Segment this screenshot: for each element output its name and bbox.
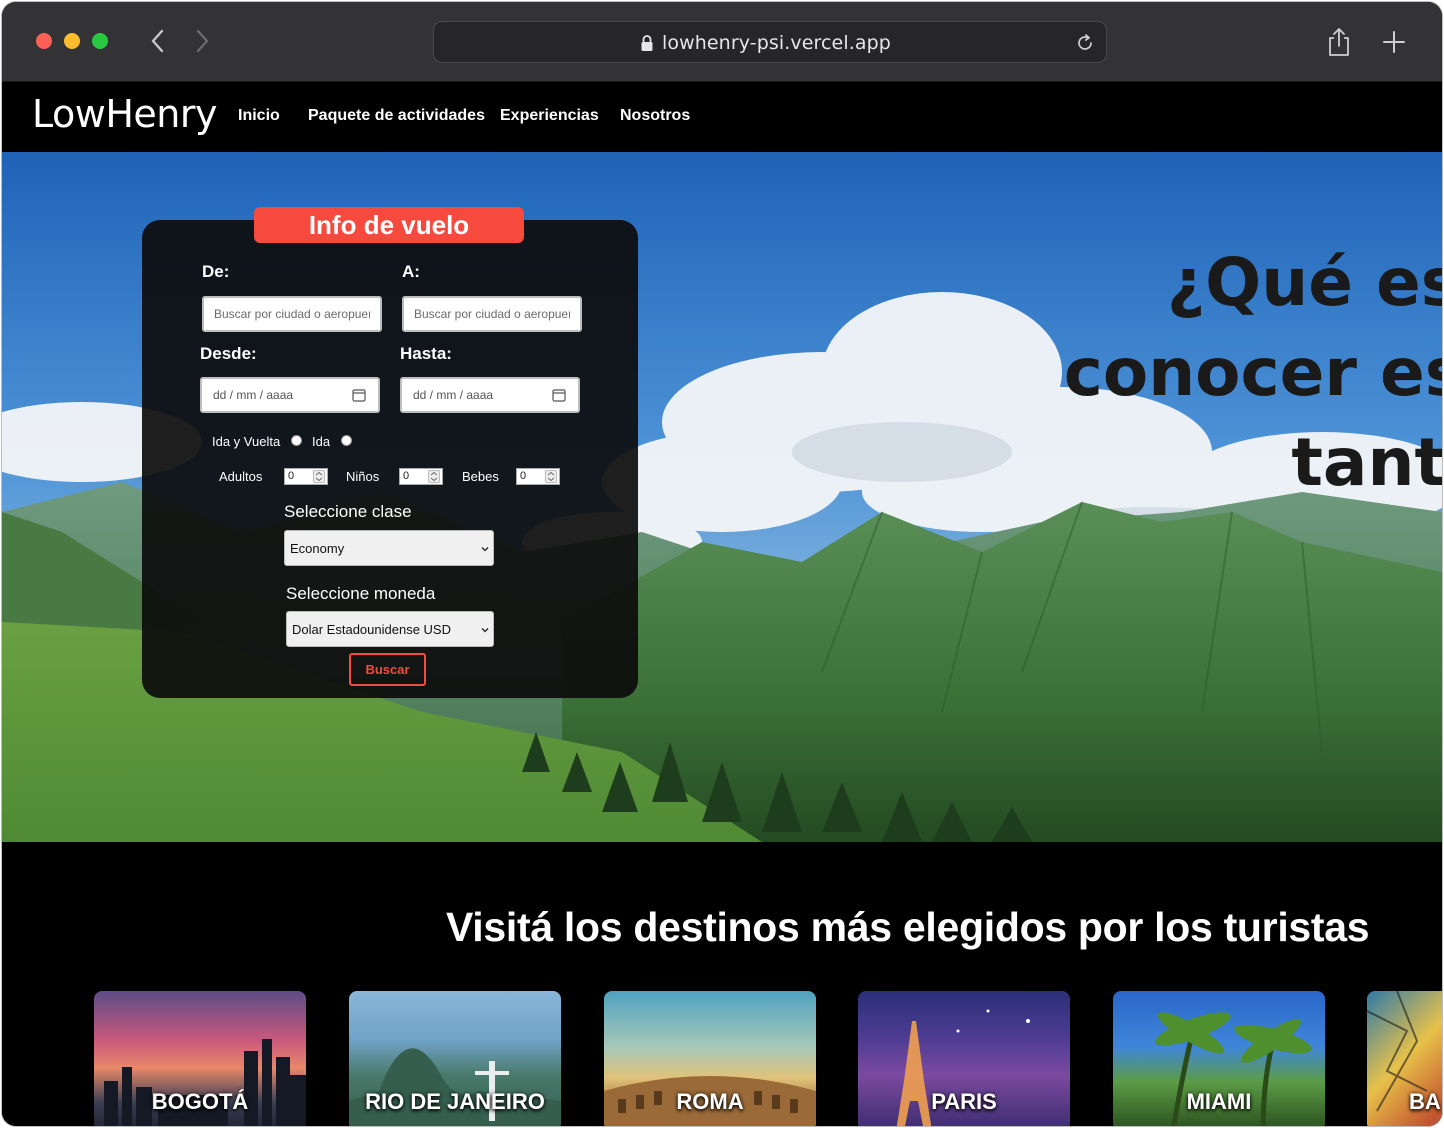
forward-arrow-icon[interactable] [190, 26, 214, 56]
url-text: lowhenry-psi.vercel.app [662, 32, 891, 54]
class-select[interactable]: Economy [284, 530, 494, 566]
children-value: 0 [403, 470, 410, 482]
infants-label: Bebes [462, 469, 499, 484]
maximize-window-button[interactable] [92, 33, 108, 49]
search-button[interactable]: Buscar [349, 653, 426, 686]
nav-inicio[interactable]: Inicio [238, 107, 280, 125]
spinner-arrows-icon[interactable] [545, 470, 557, 483]
children-label: Niños [346, 469, 380, 484]
infants-value: 0 [520, 470, 527, 482]
chevron-down-icon [481, 547, 489, 552]
class-select-value: Economy [290, 541, 345, 556]
close-window-button[interactable] [36, 33, 52, 49]
address-bar[interactable]: lowhenry-psi.vercel.app [433, 21, 1107, 63]
return-date-value: dd / mm / aaaa [413, 388, 494, 402]
destination-name: BA [1409, 1089, 1441, 1114]
destination-name: PARIS [931, 1089, 997, 1114]
spinner-arrows-icon[interactable] [313, 470, 325, 483]
spinner-arrows-icon[interactable] [428, 470, 440, 483]
from-label: De: [202, 262, 230, 281]
hero-section: ¿Qué es conocer es tant Info de vuelo De… [2, 152, 1442, 842]
from-search-input[interactable] [202, 296, 382, 332]
currency-label: Seleccione moneda [286, 584, 436, 603]
adults-stepper[interactable]: 0 [284, 468, 328, 485]
depart-date-field[interactable]: dd / mm / aaaa [200, 377, 380, 413]
adults-label: Adultos [219, 469, 263, 484]
lock-icon [641, 35, 653, 51]
destinations-section: Visitá los destinos más elegidos por los… [2, 842, 1442, 1126]
one-way-radio[interactable] [341, 435, 352, 446]
to-label: A: [402, 262, 420, 281]
calendar-icon[interactable] [352, 388, 366, 402]
hero-headline-line-1: ¿Qué es [1166, 244, 1442, 321]
chevron-down-icon [481, 628, 489, 633]
round-trip-label: Ida y Vuelta [212, 434, 281, 449]
hero-headline-line-2: conocer es [1063, 334, 1442, 411]
browser-window: lowhenry-psi.vercel.app LowHenry Inicio … [2, 2, 1442, 1126]
currency-select-value: Dolar Estadounidense USD [292, 622, 451, 637]
back-arrow-icon[interactable] [146, 26, 170, 56]
destination-card-roma[interactable]: ROMA [604, 991, 816, 1126]
reload-icon[interactable] [1074, 32, 1096, 54]
destination-name: ROMA [676, 1089, 744, 1114]
destination-card-paris[interactable]: PARIS [858, 991, 1070, 1126]
share-icon[interactable] [1326, 26, 1352, 58]
minimize-window-button[interactable] [64, 33, 80, 49]
one-way-label: Ida [312, 434, 331, 449]
destinations-title: Visitá los destinos más elegidos por los… [446, 904, 1370, 950]
destination-name: BOGOTÁ [151, 1089, 249, 1114]
panel-title: Info de vuelo [254, 207, 524, 243]
nav-experiencias[interactable]: Experiencias [500, 107, 599, 125]
return-label: Hasta: [400, 344, 452, 363]
site-logo[interactable]: LowHenry [32, 92, 217, 136]
depart-label: Desde: [200, 344, 257, 363]
destination-card-miami[interactable]: MIAMI [1113, 991, 1325, 1126]
nav-paquete-de-actividades[interactable]: Paquete de actividades [308, 107, 485, 125]
destination-card-bogota[interactable]: BOGOTÁ [94, 991, 306, 1126]
destination-name: MIAMI [1186, 1089, 1252, 1114]
hero-headline-line-3: tant [1291, 424, 1442, 501]
nav-nosotros[interactable]: Nosotros [620, 107, 690, 125]
flight-search-panel: Info de vuelo De: A: Desde: Hasta: dd / … [142, 207, 638, 698]
adults-value: 0 [288, 470, 295, 482]
destination-card-rio-de-janeiro[interactable]: RIO DE JANEIRO [349, 991, 561, 1126]
destination-card-barcelona[interactable]: BA [1367, 991, 1442, 1126]
currency-select[interactable]: Dolar Estadounidense USD [286, 611, 494, 647]
destination-name: RIO DE JANEIRO [365, 1089, 545, 1114]
round-trip-radio[interactable] [291, 435, 302, 446]
infants-stepper[interactable]: 0 [516, 468, 560, 485]
depart-date-value: dd / mm / aaaa [213, 388, 294, 402]
hero-headline: ¿Qué es conocer es tant [1002, 238, 1442, 508]
to-search-input[interactable] [402, 296, 582, 332]
children-stepper[interactable]: 0 [399, 468, 443, 485]
site-header: LowHenry Inicio Paquete de actividades E… [2, 82, 1442, 152]
class-label: Seleccione clase [284, 502, 412, 521]
return-date-field[interactable]: dd / mm / aaaa [400, 377, 580, 413]
calendar-icon[interactable] [552, 388, 566, 402]
browser-toolbar: lowhenry-psi.vercel.app [2, 2, 1442, 82]
plus-icon[interactable] [1382, 30, 1406, 54]
